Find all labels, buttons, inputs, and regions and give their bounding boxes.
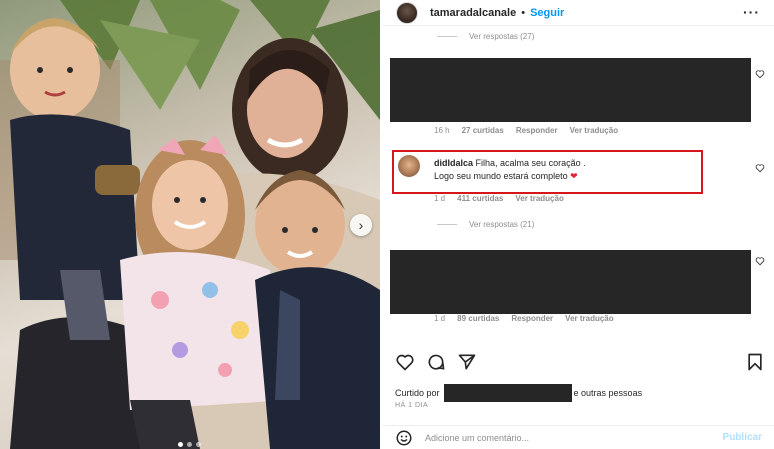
comment-time: 1 d xyxy=(434,314,446,323)
translate-button[interactable]: Ver tradução xyxy=(565,314,613,323)
follow-button[interactable]: Seguir xyxy=(530,7,564,19)
carousel-dot xyxy=(196,442,201,447)
reply-button[interactable]: Responder xyxy=(516,126,558,135)
emoji-smiley-icon[interactable] xyxy=(395,429,413,447)
liked-by-prefix: Curtido por xyxy=(395,388,440,398)
translate-button[interactable]: Ver tradução xyxy=(570,126,618,135)
author-avatar[interactable] xyxy=(396,1,418,24)
comment-meta: 1 d 89 curtidas Responder Ver tradução xyxy=(434,314,614,323)
liked-by-line: Curtido por e outras pessoas xyxy=(395,384,642,402)
comment-meta: 16 h 27 curtidas Responder Ver tradução xyxy=(434,126,618,135)
post-timestamp: HÁ 1 DIA xyxy=(395,402,429,409)
carousel-next-button[interactable]: › xyxy=(350,214,372,236)
comment-meta: 1 d 411 curtidas Ver tradução xyxy=(434,194,564,203)
highlight-box xyxy=(392,150,703,194)
redacted-comment xyxy=(390,250,751,314)
share-send-icon[interactable] xyxy=(457,352,477,372)
bookmark-icon[interactable] xyxy=(745,352,765,372)
view-replies-link[interactable]: Ver respostas (27) xyxy=(437,32,534,41)
add-comment-input[interactable]: Adicione um comentário... xyxy=(425,433,529,443)
family-photo-illustration xyxy=(0,0,380,449)
like-comment-heart-icon[interactable] xyxy=(755,256,765,266)
redacted-username xyxy=(443,384,572,402)
comment-time: 16 h xyxy=(434,126,450,135)
comment-bubble-icon[interactable] xyxy=(426,352,446,372)
more-horizontal-icon[interactable]: ··· xyxy=(743,4,760,20)
view-replies-label: Ver respostas (27) xyxy=(469,32,535,41)
like-comment-heart-icon[interactable] xyxy=(755,69,765,79)
liked-by-suffix[interactable]: e outras pessoas xyxy=(574,388,643,398)
comment-likes[interactable]: 27 curtidas xyxy=(462,126,504,135)
post-photo[interactable]: › xyxy=(0,0,380,449)
carousel-dots xyxy=(178,442,201,447)
redacted-comment xyxy=(390,58,751,122)
view-replies-link[interactable]: Ver respostas (21) xyxy=(437,220,534,229)
view-replies-label: Ver respostas (21) xyxy=(469,220,535,229)
post-side-panel: tamaradalcanale • Seguir ··· Ver respost… xyxy=(382,0,774,449)
post-action-bar xyxy=(382,350,774,374)
publish-button[interactable]: Publicar xyxy=(723,432,762,443)
separator-dot: • xyxy=(521,6,526,19)
like-heart-icon[interactable] xyxy=(395,352,415,372)
replies-divider xyxy=(437,224,457,225)
like-comment-heart-icon[interactable] xyxy=(755,163,765,173)
carousel-dot xyxy=(178,442,183,447)
comment-likes[interactable]: 89 curtidas xyxy=(457,314,499,323)
carousel-dot xyxy=(187,442,192,447)
reply-button[interactable]: Responder xyxy=(511,314,553,323)
instagram-post-view: › tamaradalcanale • Seguir ··· Ver respo… xyxy=(0,0,774,449)
chevron-right-icon: › xyxy=(358,217,364,233)
replies-divider xyxy=(437,36,457,37)
comment-time: 1 d xyxy=(434,194,446,203)
post-header: tamaradalcanale • Seguir ··· xyxy=(382,0,774,26)
add-comment-bar: Adicione um comentário... Publicar xyxy=(382,425,774,449)
comment-likes[interactable]: 411 curtidas xyxy=(457,194,503,203)
translate-button[interactable]: Ver tradução xyxy=(515,194,563,203)
author-username[interactable]: tamaradalcanale xyxy=(430,7,516,19)
